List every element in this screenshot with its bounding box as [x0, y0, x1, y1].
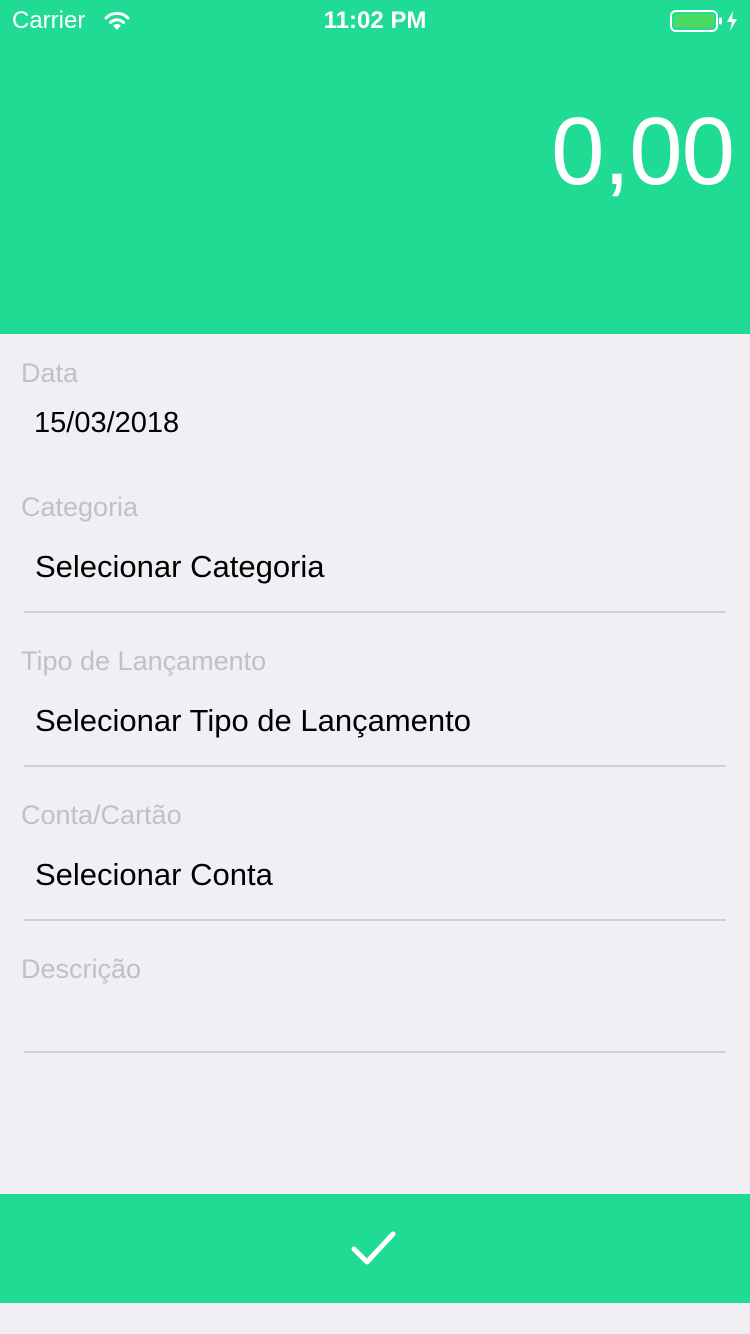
entry-type-divider: [24, 765, 726, 767]
status-bar: Carrier 11:02 PM: [0, 0, 750, 40]
entry-type-value: Selecionar Tipo de Lançamento: [35, 703, 472, 738]
account-select[interactable]: Selecionar Conta: [20, 847, 730, 917]
entry-form: Data 15/03/2018 Categoria Selecionar Cat…: [0, 334, 750, 1194]
category-value: Selecionar Categoria: [35, 549, 325, 584]
battery-charging-icon: [670, 9, 742, 33]
description-label: Descrição: [21, 954, 142, 984]
entry-type-select[interactable]: Selecionar Tipo de Lançamento: [20, 693, 730, 763]
amount-header: Carrier 11:02 PM 0,00: [0, 0, 750, 334]
entry-type-label: Tipo de Lançamento: [21, 646, 267, 676]
category-select[interactable]: Selecionar Categoria: [20, 539, 730, 609]
checkmark-icon: [350, 1226, 398, 1270]
date-value: 15/03/2018: [34, 407, 180, 439]
account-label: Conta/Cartão: [21, 800, 182, 830]
category-label: Categoria: [21, 492, 139, 522]
confirm-button[interactable]: [0, 1194, 750, 1303]
description-divider: [24, 1051, 726, 1053]
description-input[interactable]: [20, 994, 730, 1050]
date-label: Data: [21, 358, 79, 388]
amount-display[interactable]: 0,00: [551, 96, 735, 208]
account-value: Selecionar Conta: [35, 857, 273, 892]
status-time: 11:02 PM: [323, 7, 427, 34]
category-divider: [24, 611, 726, 613]
date-field[interactable]: 15/03/2018: [20, 396, 730, 448]
account-divider: [24, 919, 726, 921]
